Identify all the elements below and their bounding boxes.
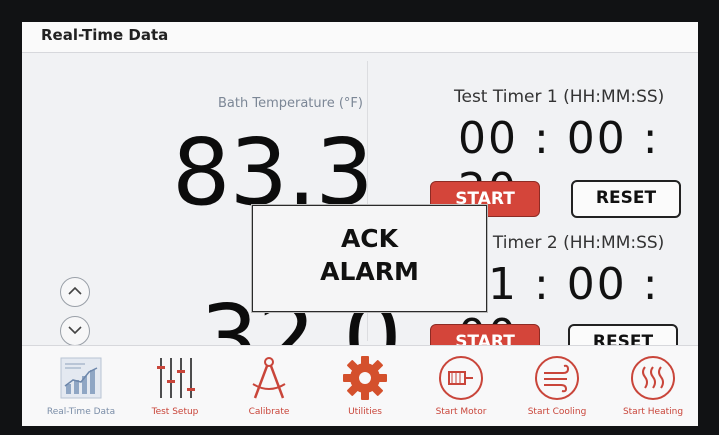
increase-button[interactable] [60,277,90,307]
compass-icon [252,357,286,399]
nav-test-setup[interactable]: Test Setup [134,346,216,426]
bath-temperature-label: Bath Temperature (°F) [218,96,363,111]
nav-start-heating[interactable]: Start Heating [612,346,694,426]
nav-start-motor[interactable]: Start Motor [420,346,502,426]
nav-label: Start Cooling [527,407,587,417]
decrease-button[interactable] [60,316,90,346]
nav-label: Calibrate [248,407,290,417]
gear-icon [343,356,387,400]
nav-start-cooling[interactable]: Start Cooling [516,346,598,426]
nav-label: Utilities [348,407,382,417]
ack-alarm-line-1: ACK [340,224,399,253]
top-bar: Real-Time Data [22,22,698,53]
page-title: Real-Time Data [41,26,169,44]
timer-1-label: Test Timer 1 (HH:MM:SS) [454,87,665,107]
nav-calibrate[interactable]: Calibrate [228,346,310,426]
nav-label: Start Motor [435,407,487,417]
nav-label: Test Setup [151,407,199,417]
main-panel: Bath Temperature (°F) 83.3 32.0 Test Tim… [22,53,698,392]
timer-1-reset-button[interactable]: RESET [571,180,681,218]
chevron-up-icon [68,286,82,295]
touch-screen: Real-Time Data Bath Temperature (°F) 83.… [22,22,698,426]
chart-icon [60,357,102,399]
nav-label: Start Heating [622,407,684,417]
sliders-icon [157,358,195,398]
ack-alarm-button[interactable]: ACK ALARM [252,205,487,312]
ack-alarm-line-2: ALARM [320,257,419,286]
bottom-navigation: Real-Time Data Test Setup Calibrate Util… [22,345,698,426]
cooling-icon [535,356,579,400]
nav-label: Real-Time Data [46,407,116,417]
nav-real-time-data[interactable]: Real-Time Data [40,346,122,426]
nav-utilities[interactable]: Utilities [324,346,406,426]
heating-icon [631,356,675,400]
motor-icon [439,356,483,400]
chevron-down-icon [68,326,82,335]
